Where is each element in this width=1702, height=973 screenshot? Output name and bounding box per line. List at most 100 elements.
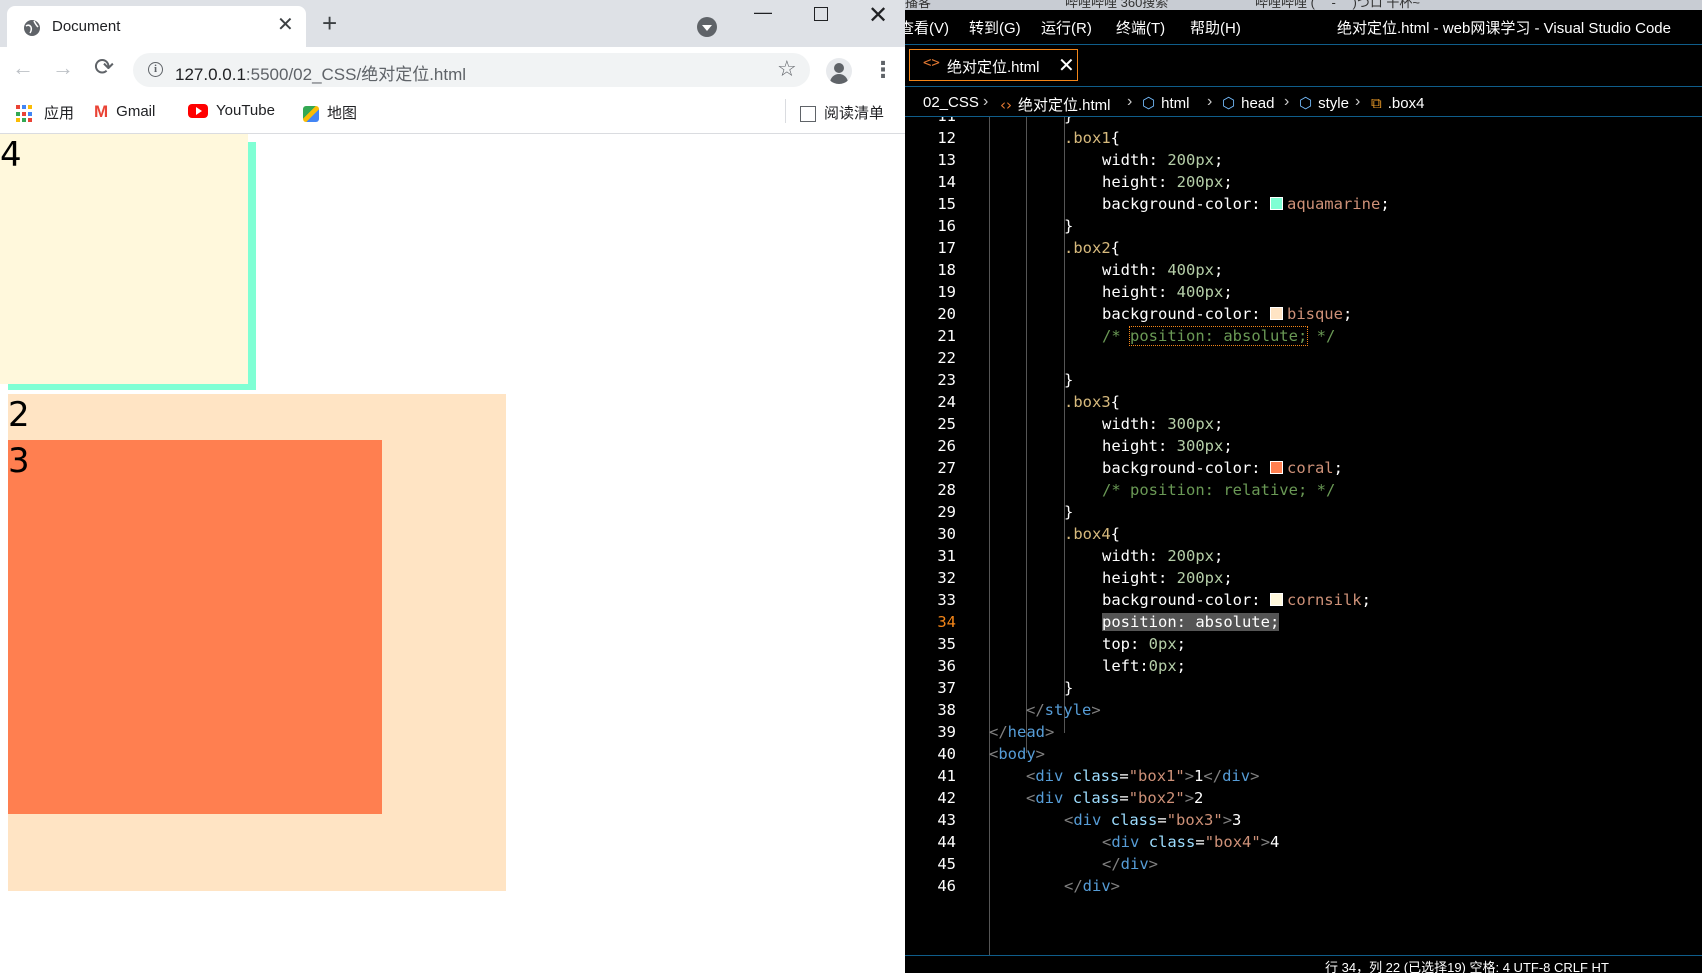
tab-search-icon[interactable] [697,17,717,37]
breadcrumb-html[interactable]: ⬡ html [1142,94,1189,112]
code-line: 21 /* position: absolute; */ [905,325,1702,347]
bookmark-label: 地图 [327,105,358,122]
site-info-icon[interactable]: i [148,62,163,77]
bookmark-youtube[interactable]: YouTube [188,102,275,119]
breadcrumb-label: html [1161,95,1190,112]
line-number: 21 [937,327,956,345]
line-number: 38 [937,701,956,719]
code-editor[interactable]: 11} 12 .box1{ 13 width: 200px; 14 height: 2… [905,117,1702,955]
line-number: 25 [937,415,956,433]
code-line: 39 </head> [905,721,1702,743]
code-text: background-color: aquamarine; [1102,195,1390,213]
line-number: 24 [937,393,956,411]
breadcrumb-folder[interactable]: 02_CSS [923,94,979,111]
bookmark-gmail[interactable]: M Gmail [94,102,155,122]
box2-label: 2 [8,395,30,435]
chevron-right-icon: › [983,93,989,110]
code-text: height: 200px; [1102,569,1233,587]
breadcrumb-head[interactable]: ⬡ head [1222,94,1274,112]
new-tab-button[interactable]: + [322,10,337,36]
code-text: width: 200px; [1102,547,1224,565]
breadcrumb-selector[interactable]: ⧉ .box4 [1371,94,1424,112]
menu-run[interactable]: 运行(R) [1041,17,1092,38]
profile-avatar-icon[interactable] [826,58,852,84]
code-text: } [1064,679,1074,697]
address-bar[interactable]: i 127.0.0.1:5500/02_CSS/绝对定位.html ☆ [133,53,810,87]
editor-tab-close-icon[interactable]: ✕ [1058,53,1075,78]
color-swatch[interactable] [1269,307,1283,320]
breadcrumb-style[interactable]: ⬡ style [1299,94,1349,112]
browser-tab[interactable]: Document ✕ [7,6,306,47]
code-text: <div class="box2">2 [1026,789,1204,807]
code-line: 27 background-color: coral; [905,457,1702,479]
tab-strip: Document ✕ + — ✕ [0,0,905,47]
background-tab[interactable]: 哔哩哔哩 360搜索 [1065,0,1168,10]
status-text[interactable]: 行 34，列 22 (已选择19) 空格: 4 UTF-8 CRLF HT [1325,957,1609,973]
menu-help[interactable]: 帮助(H) [1190,17,1241,38]
reading-list-label: 阅读清单 [824,105,885,122]
color-swatch[interactable] [1269,461,1283,474]
chevron-right-icon: › [1207,93,1213,110]
window-close-button[interactable]: ✕ [868,1,888,30]
code-text: /* position: relative; */ [1102,481,1336,499]
code-line: 40 <body> [905,743,1702,765]
code-line: 24 .box3{ [905,391,1702,413]
bookmark-maps[interactable]: 地图 [303,102,357,123]
maps-icon [303,106,319,123]
maximize-button[interactable] [814,7,828,21]
code-text: .box1{ [1064,129,1121,147]
color-swatch[interactable] [1269,593,1283,606]
editor-tab-active[interactable]: <> 绝对定位.html ✕ [909,49,1078,81]
menu-go[interactable]: 转到(G) [969,17,1021,38]
code-text: height: 400px; [1102,283,1233,301]
code-text: left:0px; [1102,657,1187,675]
reading-list-button[interactable]: 阅读清单 [800,102,884,123]
code-line: 14 height: 200px; [905,171,1702,193]
line-number: 33 [937,591,956,609]
menu-terminal[interactable]: 终端(T) [1116,17,1165,38]
selector-icon: ⧉ [1371,94,1382,112]
line-number: 42 [937,789,956,807]
bookmarks-bar: 应用 M Gmail YouTube 地图 阅读清单 [0,93,905,134]
line-number: 17 [937,239,956,257]
code-line: 45 </div> [905,853,1702,875]
chevron-right-icon: › [1284,93,1290,110]
forward-icon[interactable]: → [52,55,74,81]
line-number: 27 [937,459,956,477]
code-text: } [1064,371,1074,389]
line-number: 20 [937,305,956,323]
apps-grid-icon [16,105,34,123]
code-text: <div class="box1">1</div> [1026,767,1260,785]
minimize-button[interactable]: — [754,2,772,23]
kebab-menu-icon[interactable]: ⋮ [872,55,894,85]
box3: 3 [8,440,382,814]
element-cube-icon: ⬡ [1222,94,1236,112]
url-text[interactable]: 127.0.0.1:5500/02_CSS/绝对定位.html [175,60,466,85]
code-text: } [1064,217,1074,235]
breadcrumb-label: .box4 [1387,95,1425,112]
youtube-icon [188,104,208,119]
browser-toolbar: ← → ⟳ i 127.0.0.1:5500/02_CSS/绝对定位.html … [0,47,905,93]
background-tab[interactable]: 哔哩哔哩 ( ゜- ゜)つロ 干杯~ [1255,0,1420,10]
back-icon[interactable]: ← [12,55,34,81]
vscode-menubar: 查看(V) 转到(G) 运行(R) 终端(T) 帮助(H) 绝对定位.html … [905,10,1702,45]
browser-window: Document ✕ + — ✕ ← → ⟳ i 127.0.0.1:5500/… [0,0,905,973]
tab-close-icon[interactable]: ✕ [277,14,294,36]
reload-icon[interactable]: ⟳ [94,55,114,81]
bookmark-star-icon[interactable]: ☆ [777,56,797,82]
code-line: 37} [905,677,1702,699]
breadcrumb-file[interactable]: ‹› 绝对定位.html [1000,94,1111,115]
color-swatch[interactable] [1269,197,1283,210]
code-text: </style> [1026,701,1101,719]
code-text: .box4{ [1064,525,1121,543]
chevron-right-icon: › [1355,93,1361,110]
line-number: 29 [937,503,956,521]
tab-title: Document [52,18,121,35]
code-line: 15 background-color: aquamarine; [905,193,1702,215]
code-line: 44 <div class="box4">4 [905,831,1702,853]
code-line: 17 .box2{ [905,237,1702,259]
line-number: 26 [937,437,956,455]
menu-view[interactable]: 查看(V) [905,17,949,38]
background-tab[interactable]: 播客 [905,0,931,10]
bookmark-apps[interactable]: 应用 [16,102,74,123]
